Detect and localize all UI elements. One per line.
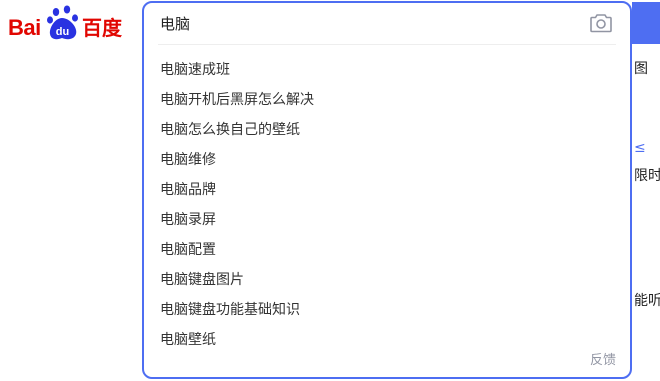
logo-text-bai: Bai bbox=[8, 15, 41, 40]
background-text-fragment: 能听 bbox=[634, 293, 660, 309]
logo-text-baidu-cn: 百度 bbox=[82, 18, 122, 40]
suggestion-item[interactable]: 电脑配置 bbox=[144, 235, 630, 265]
divider bbox=[158, 44, 616, 45]
logo-text-du: du bbox=[56, 26, 69, 38]
page: Bai du 百度 图 ≤ 限时 能听 电脑 电脑速成班 电脑开机后黑屏怎么解决… bbox=[0, 0, 660, 381]
suggestion-item[interactable]: 电脑壁纸 bbox=[144, 325, 630, 355]
camera-icon[interactable] bbox=[590, 13, 612, 33]
suggestion-item[interactable]: 电脑速成班 bbox=[144, 55, 630, 85]
background-text-fragment: ≤ bbox=[634, 140, 646, 156]
suggestion-item[interactable]: 电脑键盘图片 bbox=[144, 265, 630, 295]
suggestion-item[interactable]: 电脑维修 bbox=[144, 145, 630, 175]
suggestion-item[interactable]: 电脑怎么换自己的壁纸 bbox=[144, 115, 630, 145]
search-input[interactable]: 电脑 bbox=[160, 13, 580, 35]
baidu-logo[interactable]: Bai du 百度 bbox=[8, 4, 126, 44]
suggestion-list: 电脑速成班 电脑开机后黑屏怎么解决 电脑怎么换自己的壁纸 电脑维修 电脑品牌 电… bbox=[144, 55, 630, 355]
feedback-link[interactable]: 反馈 bbox=[590, 353, 616, 369]
paw-logo-icon: du bbox=[47, 5, 78, 40]
suggestion-item[interactable]: 电脑键盘功能基础知识 bbox=[144, 295, 630, 325]
suggestion-item[interactable]: 电脑开机后黑屏怎么解决 bbox=[144, 85, 630, 115]
background-text-fragment: 限时 bbox=[634, 168, 660, 184]
search-suggestion-panel: 电脑 电脑速成班 电脑开机后黑屏怎么解决 电脑怎么换自己的壁纸 电脑维修 电脑品… bbox=[142, 1, 632, 379]
background-text-fragment: 图 bbox=[634, 61, 648, 77]
suggestion-item[interactable]: 电脑录屏 bbox=[144, 205, 630, 235]
suggestion-item[interactable]: 电脑品牌 bbox=[144, 175, 630, 205]
search-button[interactable] bbox=[632, 2, 660, 44]
